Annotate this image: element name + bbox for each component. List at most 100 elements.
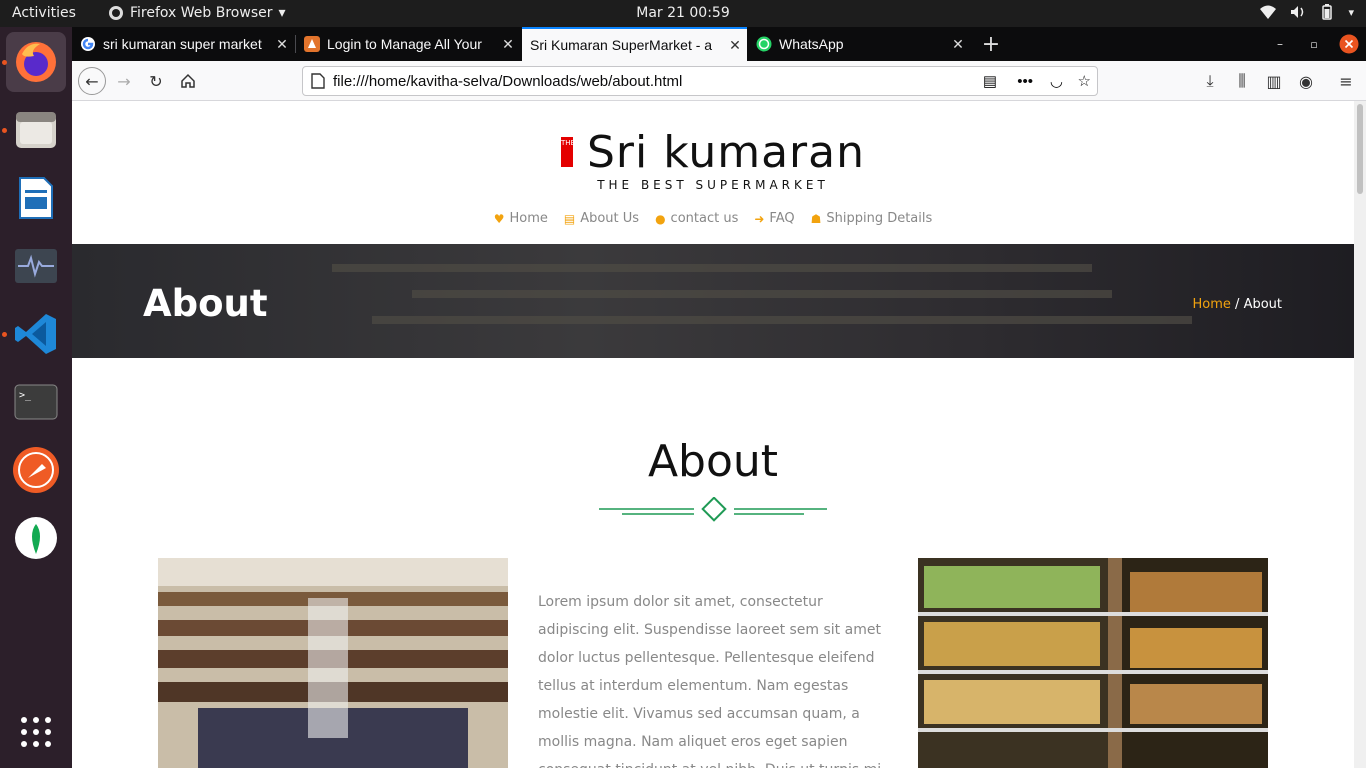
mongodb-icon xyxy=(15,517,57,559)
page-banner: About Home / About xyxy=(72,244,1354,358)
plus-icon: + xyxy=(981,31,1001,57)
tab-title: sri kumaran super market xyxy=(103,36,262,52)
minimize-icon: – xyxy=(1277,37,1283,51)
dock-mongodb-compass[interactable] xyxy=(6,508,66,568)
scrollbar-thumb[interactable] xyxy=(1357,104,1363,194)
section-title: About xyxy=(647,436,779,487)
volume-icon xyxy=(1291,6,1304,18)
running-indicator xyxy=(2,128,7,133)
shipping-icon: ☗ xyxy=(810,211,822,226)
tab-title: Login to Manage All Your xyxy=(327,36,482,52)
menu-item-about[interactable]: ▤ About Us xyxy=(564,211,639,226)
page-icon xyxy=(311,73,325,89)
sidebar-button[interactable]: ▥ xyxy=(1260,67,1288,95)
firefox-small-icon xyxy=(109,6,123,20)
menu-item-home[interactable]: ♥ Home xyxy=(494,211,548,226)
grocery-shelf-image xyxy=(918,558,1268,768)
arrow-right-icon: → xyxy=(117,71,131,91)
page-scrollbar[interactable] xyxy=(1354,101,1366,768)
app-menu[interactable]: Firefox Web Browser ▾ xyxy=(108,5,286,21)
menu-item-shipping[interactable]: ☗ Shipping Details xyxy=(811,211,933,226)
more-actions-icon[interactable]: ••• xyxy=(1017,73,1033,90)
menu-item-faq[interactable]: ➜ FAQ xyxy=(754,211,794,226)
site-brand[interactable]: THE Sri kumaran xyxy=(72,127,1354,178)
reload-button[interactable]: ↻ xyxy=(142,67,170,95)
pocket-icon[interactable]: ◡ xyxy=(1050,72,1063,90)
arrow-right-icon: ➜ xyxy=(754,211,765,226)
heart-icon: ♥ xyxy=(493,211,505,226)
menu-label: Home xyxy=(509,211,548,226)
tab-sri-kumaran-search[interactable]: sri kumaran super market ✕ xyxy=(72,27,294,61)
dock-system-monitor[interactable] xyxy=(6,236,66,296)
tab-sri-kumaran-about[interactable]: Sri Kumaran SuperMarket - a ✕ xyxy=(522,27,747,61)
the-label: THE xyxy=(560,137,575,167)
banner-shelf xyxy=(372,316,1192,324)
user-icon: ● xyxy=(655,211,666,226)
whatsapp-icon xyxy=(756,36,772,52)
bookmark-star-icon[interactable]: ☆ xyxy=(1078,72,1091,90)
maximize-button[interactable]: ▫ xyxy=(1302,27,1326,61)
tagline: THE BEST SUPERMARKET xyxy=(597,178,829,192)
tab-bar: sri kumaran super market ✕ Login to Mana… xyxy=(72,27,1366,61)
dock: >_ xyxy=(0,27,72,768)
url-bar[interactable]: file:///home/kavitha-selva/Downloads/web… xyxy=(302,66,1098,96)
banner-shelf xyxy=(412,290,1112,298)
close-tab-icon[interactable]: ✕ xyxy=(946,36,970,53)
menu-item-contact[interactable]: ● contact us xyxy=(655,211,738,226)
libreoffice-writer-icon xyxy=(19,177,53,219)
dock-terminal[interactable]: >_ xyxy=(6,372,66,432)
back-button[interactable]: ← xyxy=(78,67,106,95)
brand-name: Sri kumaran xyxy=(586,127,865,178)
system-tray[interactable]: ▾ xyxy=(1260,4,1354,20)
tab-login-manage[interactable]: Login to Manage All Your ✕ xyxy=(296,27,520,61)
close-window-button[interactable] xyxy=(1338,27,1360,61)
minimize-button[interactable]: – xyxy=(1268,27,1292,61)
google-icon xyxy=(81,37,95,51)
menu-button[interactable]: ≡ xyxy=(1332,67,1360,95)
home-icon xyxy=(181,73,195,88)
forward-button[interactable]: → xyxy=(110,67,138,95)
firefox-icon xyxy=(16,42,56,82)
files-icon xyxy=(16,112,56,148)
dock-postman[interactable] xyxy=(6,440,66,500)
library-button[interactable]: ⫼ xyxy=(1228,67,1256,95)
breadcrumb-home[interactable]: Home xyxy=(1193,297,1231,312)
account-button[interactable]: ◉ xyxy=(1292,67,1320,95)
clock-label[interactable]: Mar 21 00:59 xyxy=(636,5,729,21)
download-icon: ⤓ xyxy=(1206,71,1214,90)
reader-view-icon[interactable]: ▤ xyxy=(983,72,997,90)
account-icon: ◉ xyxy=(1299,71,1313,91)
breadcrumb-current: About xyxy=(1243,297,1282,312)
dock-vscode[interactable] xyxy=(6,304,66,364)
show-applications-button[interactable] xyxy=(6,702,66,762)
running-indicator xyxy=(2,60,7,65)
chevron-down-icon: ▾ xyxy=(278,5,286,21)
close-tab-icon[interactable]: ✕ xyxy=(496,36,520,53)
system-top-bar: Activities Firefox Web Browser ▾ Mar 21 … xyxy=(0,0,1366,27)
banner-shelf xyxy=(332,264,1092,272)
activities-button[interactable]: Activities xyxy=(12,5,76,21)
page-viewport: THE Sri kumaran THE BEST SUPERMARKET ♥ Hom… xyxy=(72,101,1354,768)
tab-whatsapp[interactable]: WhatsApp ✕ xyxy=(748,27,970,61)
close-tab-icon[interactable]: ✕ xyxy=(723,37,747,54)
dock-writer[interactable] xyxy=(6,168,66,228)
postman-icon xyxy=(13,447,59,493)
reload-icon: ↻ xyxy=(149,71,163,91)
dock-firefox[interactable] xyxy=(6,32,66,92)
svg-text:>_: >_ xyxy=(19,390,32,401)
arrow-left-icon: ← xyxy=(85,71,99,91)
downloads-button[interactable]: ⤓ xyxy=(1196,67,1224,95)
system-monitor-icon xyxy=(15,249,57,283)
menu-label: FAQ xyxy=(769,211,795,226)
mall-image xyxy=(158,558,508,768)
hamburger-icon: ≡ xyxy=(1339,71,1353,91)
dock-files[interactable] xyxy=(6,100,66,160)
new-tab-button[interactable]: + xyxy=(976,27,1006,61)
close-icon xyxy=(1339,34,1359,54)
home-button[interactable] xyxy=(174,67,202,95)
close-tab-icon[interactable]: ✕ xyxy=(270,36,294,53)
title-divider xyxy=(599,497,827,522)
breadcrumb: Home / About xyxy=(1193,297,1283,312)
running-indicator xyxy=(2,332,7,337)
terminal-icon: >_ xyxy=(14,384,58,420)
